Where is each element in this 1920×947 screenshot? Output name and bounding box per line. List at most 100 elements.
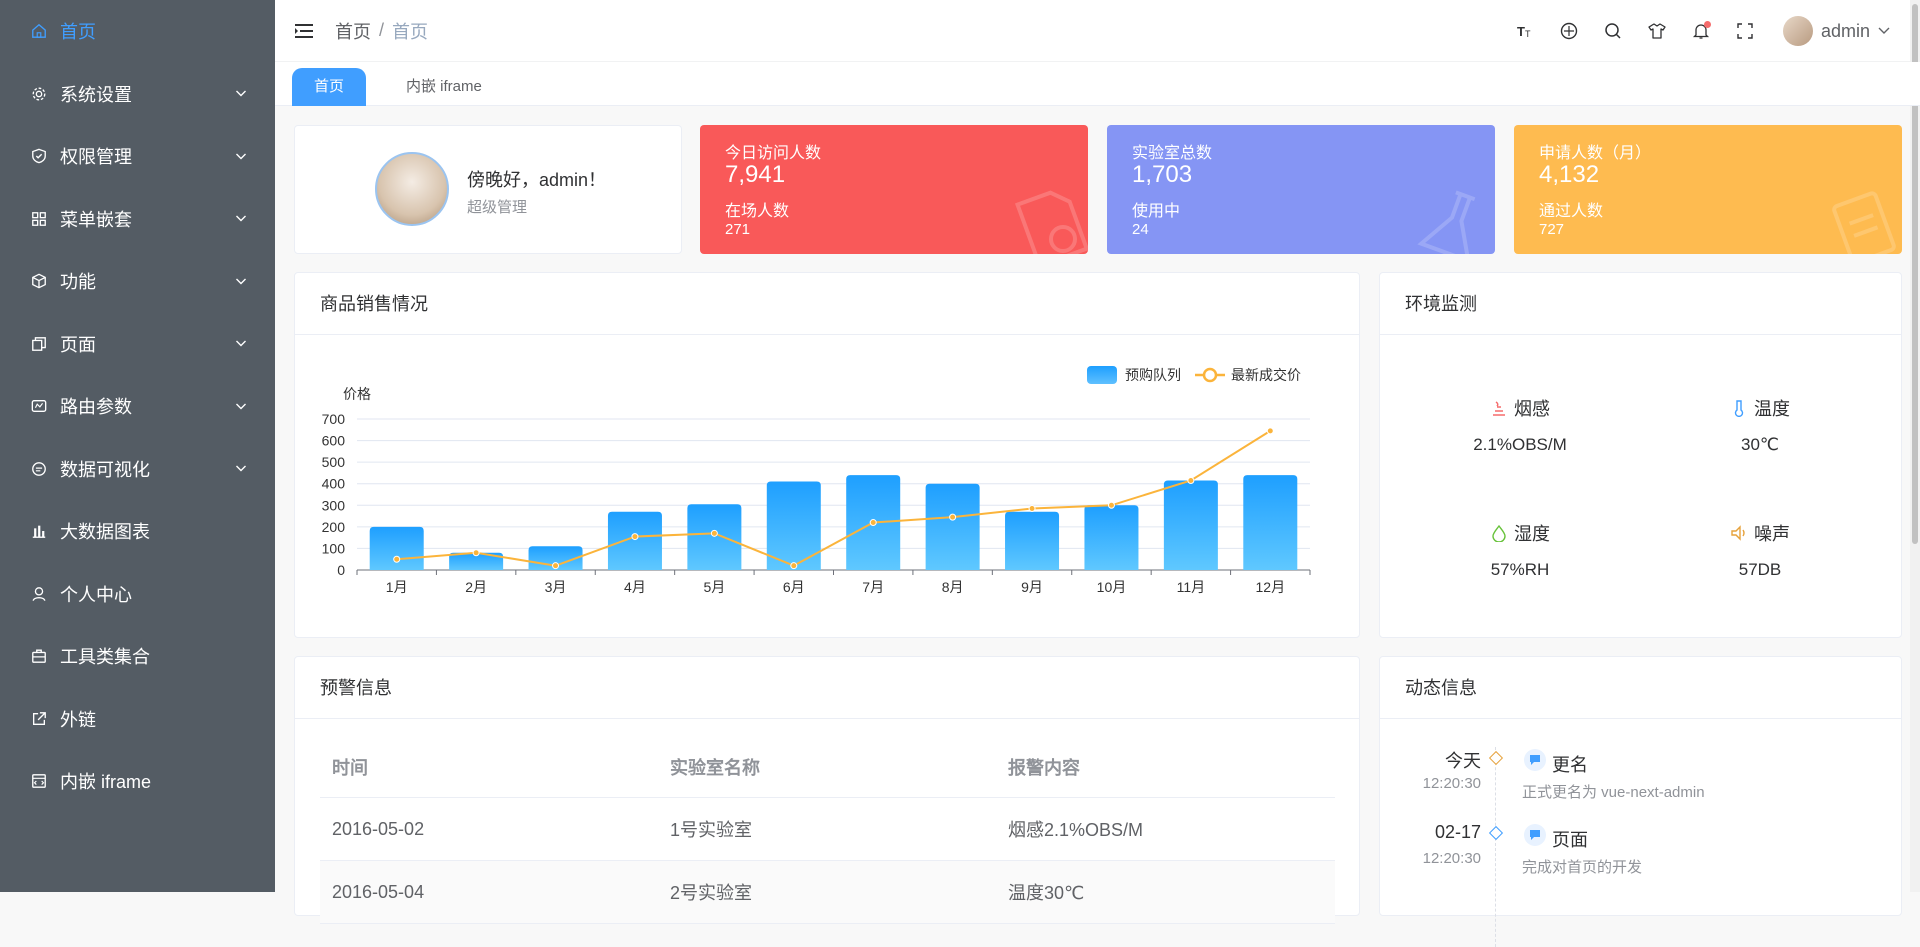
sidebar-item-label: 页面 [60,334,96,355]
chat-icon [30,460,48,478]
notification-dot [1703,21,1711,28]
sidebar-item[interactable]: 权限管理 [0,125,275,188]
bar [766,481,821,570]
chevron-down-icon [235,458,247,479]
sidebar-item-label: 路由参数 [60,397,132,418]
chevron-down-icon [235,333,247,354]
sidebar-item[interactable]: 工具类集合 [0,625,275,688]
shirt-icon[interactable] [1635,9,1679,53]
stat-card-labs: 实验室总数 1,703 使用中 24 [1107,125,1495,254]
sidebar-item[interactable]: 首页 [0,0,275,63]
sidebar-item[interactable]: 外链 [0,688,275,751]
y-tick-label: 500 [322,454,346,470]
search-icon[interactable] [1591,9,1635,53]
timeline-title: 更名 [1552,755,1588,775]
table-cell: 温度30℃ [996,860,1335,924]
bar [369,526,424,570]
card-title: 环境监测 [1380,273,1901,335]
line-point [1107,501,1115,509]
y-tick-label: 600 [322,433,346,449]
table-row[interactable]: 2016-05-04 2号实验室 温度30℃ [320,860,1335,924]
bell-icon[interactable] [1679,9,1723,53]
stat-title: 申请人数（月） [1539,145,1652,162]
env-value: 57%RH [1490,560,1550,579]
sidebar-item[interactable]: 菜单嵌套 [0,188,275,251]
timeline-node [1488,825,1504,841]
avatar [1782,16,1813,46]
sidebar-item[interactable]: 功能 [0,250,275,313]
timeline-title: 页面 [1552,830,1588,850]
shield-icon [30,147,48,165]
timeline-date: 02-17 [1434,822,1481,842]
table-cell: 2号实验室 [658,860,996,924]
stat-subvalue: 271 [725,221,751,238]
stat-title: 今日访问人数 [725,145,822,162]
breadcrumb-item[interactable]: 首页 [335,18,371,44]
line-point [1266,427,1274,435]
table-row[interactable]: 2016-05-02 1号实验室 烟感2.1%OBS/M [320,797,1335,861]
env-item-temperature: 温度 30℃ [1660,395,1860,455]
sidebar-item[interactable]: 系统设置 [0,63,275,126]
breadcrumb: 首页 / 首页 [335,18,428,44]
table-cell: 1号实验室 [658,797,996,861]
env-name: 温度 [1754,399,1790,419]
stat-value: 1,703 [1132,161,1193,188]
y-tick-label: 0 [337,562,345,578]
card-title: 动态信息 [1380,657,1901,719]
top-header: 首页 / 首页 TT admin [275,0,1920,62]
table-cell: 烟感2.1%OBS/M [996,797,1335,861]
sidebar-item-label: 外链 [60,709,96,730]
briefcase-icon [30,647,48,665]
stat-subtitle: 在场人数 [725,203,790,220]
env-value: 2.1%OBS/M [1473,435,1567,454]
column-header[interactable]: 报警内容 [996,737,1335,798]
globe-icon[interactable] [1547,9,1591,53]
timeline-item: 02-17 12:20:30 页面 完成对首页的开发 [1380,822,1903,894]
sidebar-item[interactable]: 数据可视化 [0,438,275,501]
x-tick-label: 9月 [1021,579,1043,595]
breadcrumb-current: 首页 [392,21,429,42]
stat-value: 7,941 [725,161,786,188]
flask-icon [1417,190,1476,254]
sidebar-item[interactable]: 路由参数 [0,375,275,438]
bar [1084,505,1139,570]
tag-iframe[interactable]: 内嵌 iframe [382,68,506,106]
svg-text:T: T [1525,29,1531,39]
price-line [396,430,1271,567]
timeline-time: 12:20:30 [1422,775,1481,792]
home-icon [30,22,48,40]
timeline-desc: 完成对首页的开发 [1522,859,1643,876]
sidebar-item[interactable]: 大数据图表 [0,500,275,563]
line-point [631,533,639,541]
iframe-icon [30,772,48,790]
fullscreen-icon[interactable] [1723,9,1767,53]
header-tools: TT admin [1503,0,1890,62]
card-title: 商品销售情况 [295,273,1359,335]
breadcrumb-separator: / [379,20,385,40]
page-scrollbar[interactable] [1910,0,1920,892]
env-value: 30℃ [1740,435,1779,454]
y-tick-label: 300 [322,497,346,513]
font-size-icon[interactable]: TT [1503,9,1547,53]
document-icon [1014,190,1088,254]
sidebar-item-label: 首页 [60,22,96,43]
column-header[interactable]: 时间 [320,737,658,798]
sidebar-item-label: 权限管理 [60,147,132,168]
tag-home[interactable]: 首页 [292,68,366,106]
line-point [869,519,877,527]
sidebar-item-label: 大数据图表 [60,522,150,543]
dynamic-info-card: 动态信息 今天 12:20:30 更名 正式更名为 vue-next-admin… [1379,656,1903,947]
copy-icon [30,335,48,353]
user-menu[interactable]: admin [1782,16,1890,46]
line-point [790,562,798,570]
timeline-node [1488,750,1504,766]
sidebar-item[interactable]: 页面 [0,313,275,376]
sidebar-item[interactable]: 个人中心 [0,563,275,626]
chevron-down-icon [235,146,247,167]
sidebar-item-label: 工具类集合 [60,647,150,668]
y-tick-label: 100 [322,540,346,556]
menu-collapse-icon[interactable] [295,21,315,41]
column-header[interactable]: 实验室名称 [658,737,996,798]
sidebar-item[interactable]: 内嵌 iframe [0,750,275,813]
y-tick-label: 700 [322,411,346,427]
